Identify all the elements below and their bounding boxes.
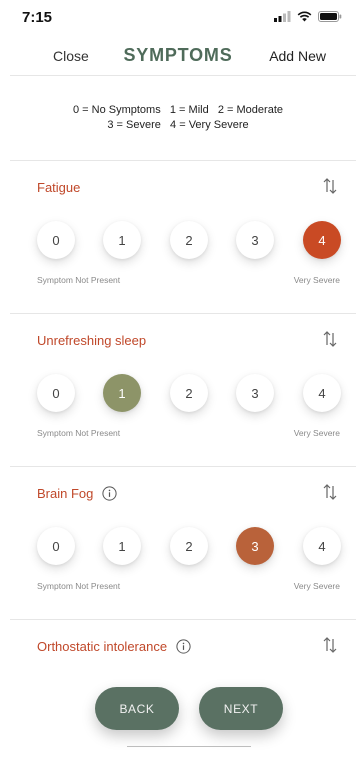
info-icon[interactable] <box>102 486 117 501</box>
rating-button-0[interactable]: 0 <box>37 527 75 565</box>
symptom-name: Brain Fog <box>37 486 94 501</box>
symptom-title: Brain Fog <box>37 486 117 501</box>
header-divider <box>10 75 356 76</box>
nav-header: Close SYMPTOMS Add New <box>0 38 356 74</box>
status-time: 7:15 <box>22 9 53 26</box>
signal-icon <box>274 11 291 22</box>
scale-min-label: Symptom Not Present <box>37 428 121 438</box>
symptom-name: Fatigue <box>37 180 81 195</box>
legend-line-2: 3 = Severe 4 = Very Severe <box>107 119 249 131</box>
rating-button-0[interactable]: 0 <box>37 374 75 412</box>
rating-button-0[interactable]: 0 <box>37 221 75 259</box>
rating-button-3[interactable]: 3 <box>236 374 274 412</box>
scale-max-label: Very Severe <box>293 581 340 591</box>
close-button[interactable]: Close <box>53 48 89 64</box>
symptom-card: Brain Fog 0 1 2 3 4 Symptom Not Present Very Se… <box>0 467 356 620</box>
rating-button-4[interactable]: 4 <box>303 527 341 565</box>
scale-max-label: Very Severe <box>293 428 340 438</box>
battery-icon <box>318 11 342 22</box>
rating-scale: 01234 <box>0 221 356 261</box>
home-indicator <box>127 746 251 747</box>
symptom-name: Unrefreshing sleep <box>37 333 147 348</box>
add-new-button[interactable]: Add New <box>269 48 326 64</box>
rating-button-3[interactable]: 3 <box>236 527 274 565</box>
sort-arrows-icon[interactable] <box>322 483 338 501</box>
rating-button-2[interactable]: 2 <box>170 527 208 565</box>
rating-button-3[interactable]: 3 <box>236 221 274 259</box>
symptom-card: Fatigue 0 1 2 3 4 Symptom Not Present Very Seve… <box>0 161 356 314</box>
sort-arrows-icon[interactable] <box>322 330 338 348</box>
scale-max-label: Very Severe <box>293 275 340 285</box>
status-bar: 7:15 <box>0 0 356 34</box>
back-button[interactable]: BACK <box>95 687 179 730</box>
rating-scale: 01234 <box>0 527 356 567</box>
symptom-card: Unrefreshing sleep 0 1 2 3 4 Symptom Not Prese… <box>0 314 356 467</box>
rating-button-1[interactable]: 1 <box>103 374 141 412</box>
next-button[interactable]: NEXT <box>199 687 283 730</box>
rating-legend: 0 = No Symptoms 1 = Mild 2 = Moderate 3 … <box>0 103 356 133</box>
rating-button-1[interactable]: 1 <box>103 221 141 259</box>
symptom-title: Fatigue <box>37 180 80 195</box>
legend-line-1: 0 = No Symptoms 1 = Mild 2 = Moderate <box>72 104 283 116</box>
scale-min-label: Symptom Not Present <box>37 275 121 285</box>
wifi-icon <box>297 11 312 22</box>
rating-button-4[interactable]: 4 <box>303 221 341 259</box>
rating-scale: 01234 <box>0 374 356 414</box>
rating-button-1[interactable]: 1 <box>103 527 141 565</box>
rating-button-4[interactable]: 4 <box>303 374 341 412</box>
status-icons <box>274 11 342 22</box>
scale-min-label: Symptom Not Present <box>37 581 121 591</box>
symptom-title: Unrefreshing sleep <box>37 333 146 348</box>
rating-button-2[interactable]: 2 <box>170 374 208 412</box>
rating-button-2[interactable]: 2 <box>170 221 208 259</box>
sort-arrows-icon[interactable] <box>322 177 338 195</box>
